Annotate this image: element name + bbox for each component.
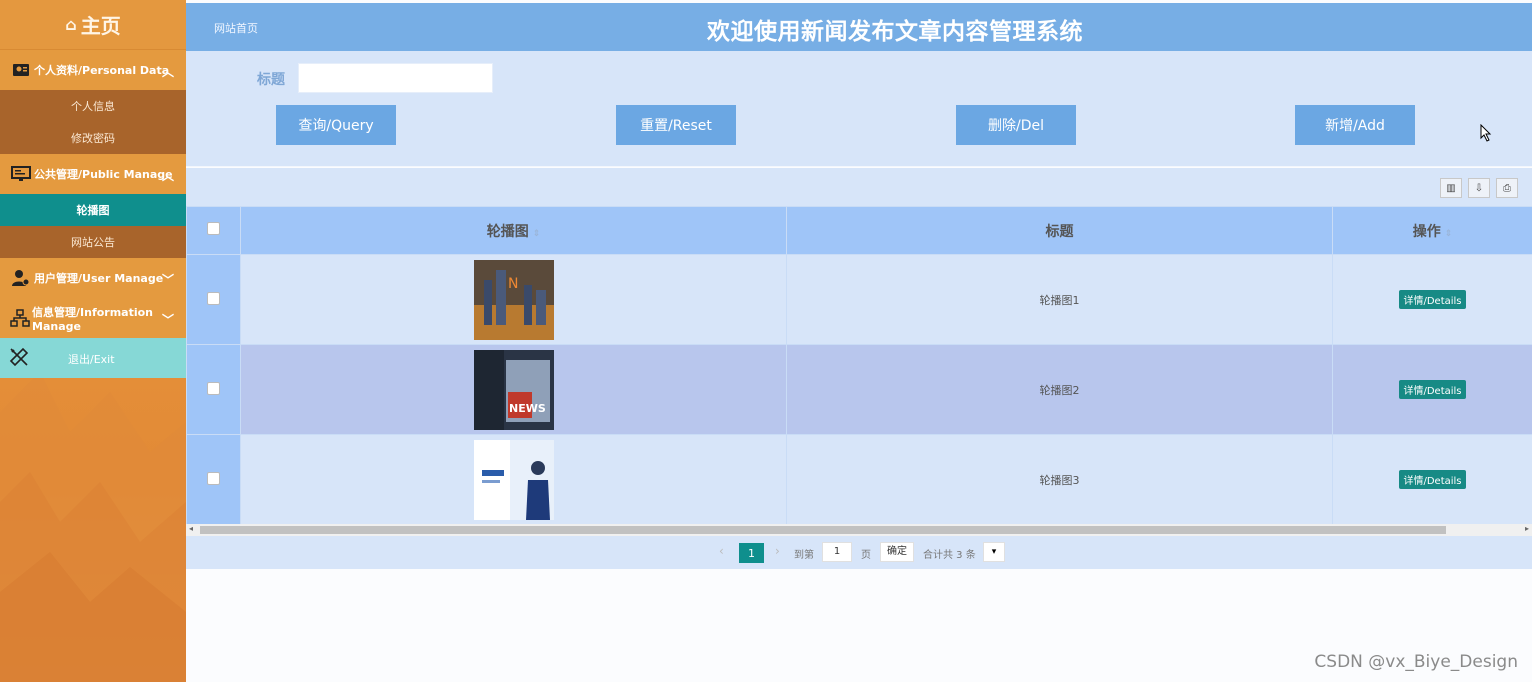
title-search-label: 标题 xyxy=(257,72,285,88)
add-button[interactable]: 新增/Add xyxy=(1295,105,1415,145)
details-button[interactable]: 详情/Details xyxy=(1399,380,1466,399)
chevron-down-icon: ﹀ xyxy=(161,313,174,327)
menu-label: 个人资料/Personal Data xyxy=(34,64,170,77)
select-all-checkbox[interactable] xyxy=(207,222,220,235)
column-header-action[interactable]: 操作 ⇕ xyxy=(1332,206,1532,255)
prev-page-icon[interactable]: ‹ xyxy=(719,544,724,558)
page-size-select[interactable]: ▾ xyxy=(983,542,1005,562)
svg-text:N: N xyxy=(508,276,518,292)
page-unit-label: 页 xyxy=(861,550,871,561)
reset-button[interactable]: 重置/Reset xyxy=(616,105,736,145)
sidebar-item-announcement[interactable]: 网站公告 xyxy=(0,226,186,258)
column-label: 轮播图 xyxy=(486,223,529,240)
scroll-left-icon[interactable]: ◂ xyxy=(189,524,193,533)
current-page-button[interactable]: 1 xyxy=(739,543,764,563)
user-gear-icon xyxy=(10,269,32,287)
menu-user-manage[interactable]: 用户管理/User Manage ﹀ xyxy=(0,258,186,298)
sidebar: ⌂ 主页 个人资料/Personal Data ︿ 个人信息 修改密码 公共管理… xyxy=(0,0,186,682)
menu-information-manage[interactable]: 信息管理/Information Manage ﹀ xyxy=(0,298,186,338)
horizontal-scrollbar[interactable]: ◂ ▸ xyxy=(186,524,1532,536)
carousel-image-cell xyxy=(240,434,787,524)
action-cell: 详情/Details xyxy=(1332,434,1532,524)
top-header: 网站首页 欢迎使用新闻发布文章内容管理系统 xyxy=(186,3,1532,51)
details-button[interactable]: 详情/Details xyxy=(1399,290,1466,309)
select-all-cell xyxy=(186,206,241,255)
title-search-input[interactable] xyxy=(298,63,493,93)
page-title: 欢迎使用新闻发布文章内容管理系统 xyxy=(707,19,1083,45)
action-cell: 详情/Details xyxy=(1332,344,1532,435)
carousel-thumbnail: NEWS xyxy=(473,349,554,430)
chevron-down-icon: ﹀ xyxy=(161,273,174,287)
sitemap-icon xyxy=(10,309,30,327)
goto-page-input[interactable]: 1 xyxy=(822,542,852,562)
svg-text:NEWS: NEWS xyxy=(509,402,546,415)
sidebar-item-change-password[interactable]: 修改密码 xyxy=(0,122,186,154)
sort-icon[interactable]: ⇕ xyxy=(533,229,541,239)
table-toolbar: ▥ ⇩ ⎙ xyxy=(186,168,1532,206)
search-panel: 标题 查询/Query 重置/Reset 删除/Del 新增/Add xyxy=(186,51,1532,167)
exit-label: 退出/Exit xyxy=(68,353,115,366)
query-button[interactable]: 查询/Query xyxy=(276,105,396,145)
row-checkbox-cell xyxy=(186,434,241,524)
scroll-right-icon[interactable]: ▸ xyxy=(1525,524,1529,533)
carousel-thumbnail xyxy=(473,439,554,520)
menu-label: 公共管理/Public Manage xyxy=(34,168,173,181)
carousel-thumbnail: N xyxy=(473,259,554,340)
row-checkbox-cell xyxy=(186,344,241,435)
chevron-up-icon: ︿ xyxy=(161,65,174,79)
mouse-cursor-icon xyxy=(1480,124,1492,142)
delete-button[interactable]: 删除/Del xyxy=(956,105,1076,145)
row-checkbox[interactable] xyxy=(207,381,220,395)
pagination: ‹ 1 › 到第 1 页 确定 合计共 3 条 ▾ xyxy=(186,536,1532,569)
export-icon[interactable]: ⇩ xyxy=(1468,178,1490,198)
menu-exit[interactable]: 退出/Exit xyxy=(0,338,186,378)
column-label: 操作 xyxy=(1412,223,1441,240)
menu-personal-data[interactable]: 个人资料/Personal Data ︿ xyxy=(0,50,186,90)
row-checkbox[interactable] xyxy=(207,471,220,485)
next-page-icon[interactable]: › xyxy=(775,544,780,558)
column-header-title: 标题 xyxy=(786,206,1333,255)
table-row: NEWS 轮播图2 详情/Details xyxy=(186,344,1532,435)
watermark: CSDN @vx_Biye_Design xyxy=(1314,652,1518,672)
monitor-icon xyxy=(10,165,32,183)
sidebar-home[interactable]: ⌂ 主页 xyxy=(0,0,186,50)
carousel-image-cell: N xyxy=(240,254,787,345)
action-cell: 详情/Details xyxy=(1332,254,1532,345)
sort-icon[interactable]: ⇕ xyxy=(1445,229,1453,239)
table-row: N 轮播图1 详情/Details xyxy=(186,254,1532,345)
sidebar-item-personal-info[interactable]: 个人信息 xyxy=(0,90,186,122)
home-label: 主页 xyxy=(80,14,121,38)
title-cell: 轮播图3 xyxy=(786,434,1333,524)
table-row: 轮播图3 详情/Details xyxy=(186,434,1532,524)
submenu-personal: 个人信息 修改密码 xyxy=(0,90,186,154)
menu-public-manage[interactable]: 公共管理/Public Manage ︿ xyxy=(0,154,186,194)
columns-filter-icon[interactable]: ▥ xyxy=(1440,178,1462,198)
submenu-public: 轮播图 网站公告 xyxy=(0,194,186,258)
data-table: 轮播图 ⇕ 标题 操作 ⇕ N 轮播图1 详情/Details NEWS 轮播图… xyxy=(186,206,1532,524)
chevron-up-icon: ︿ xyxy=(161,169,174,183)
scrollbar-thumb[interactable] xyxy=(200,526,1446,534)
row-checkbox-cell xyxy=(186,254,241,345)
title-cell: 轮播图2 xyxy=(786,344,1333,435)
row-checkbox[interactable] xyxy=(207,291,220,305)
print-icon[interactable]: ⎙ xyxy=(1496,178,1518,198)
title-cell: 轮播图1 xyxy=(786,254,1333,345)
menu-label: 用户管理/User Manage xyxy=(34,272,164,285)
confirm-button[interactable]: 确定 xyxy=(880,542,914,562)
person-card-icon xyxy=(10,61,32,79)
column-header-carousel[interactable]: 轮播图 ⇕ xyxy=(240,206,787,255)
goto-label: 到第 xyxy=(794,550,814,561)
carousel-image-cell: NEWS xyxy=(240,344,787,435)
sidebar-item-carousel[interactable]: 轮播图 xyxy=(0,194,186,226)
exit-icon xyxy=(8,346,30,371)
total-count: 合计共 3 条 xyxy=(923,550,976,561)
details-button[interactable]: 详情/Details xyxy=(1399,470,1466,489)
mountain-background xyxy=(0,372,186,682)
home-icon: ⌂ xyxy=(65,15,77,34)
